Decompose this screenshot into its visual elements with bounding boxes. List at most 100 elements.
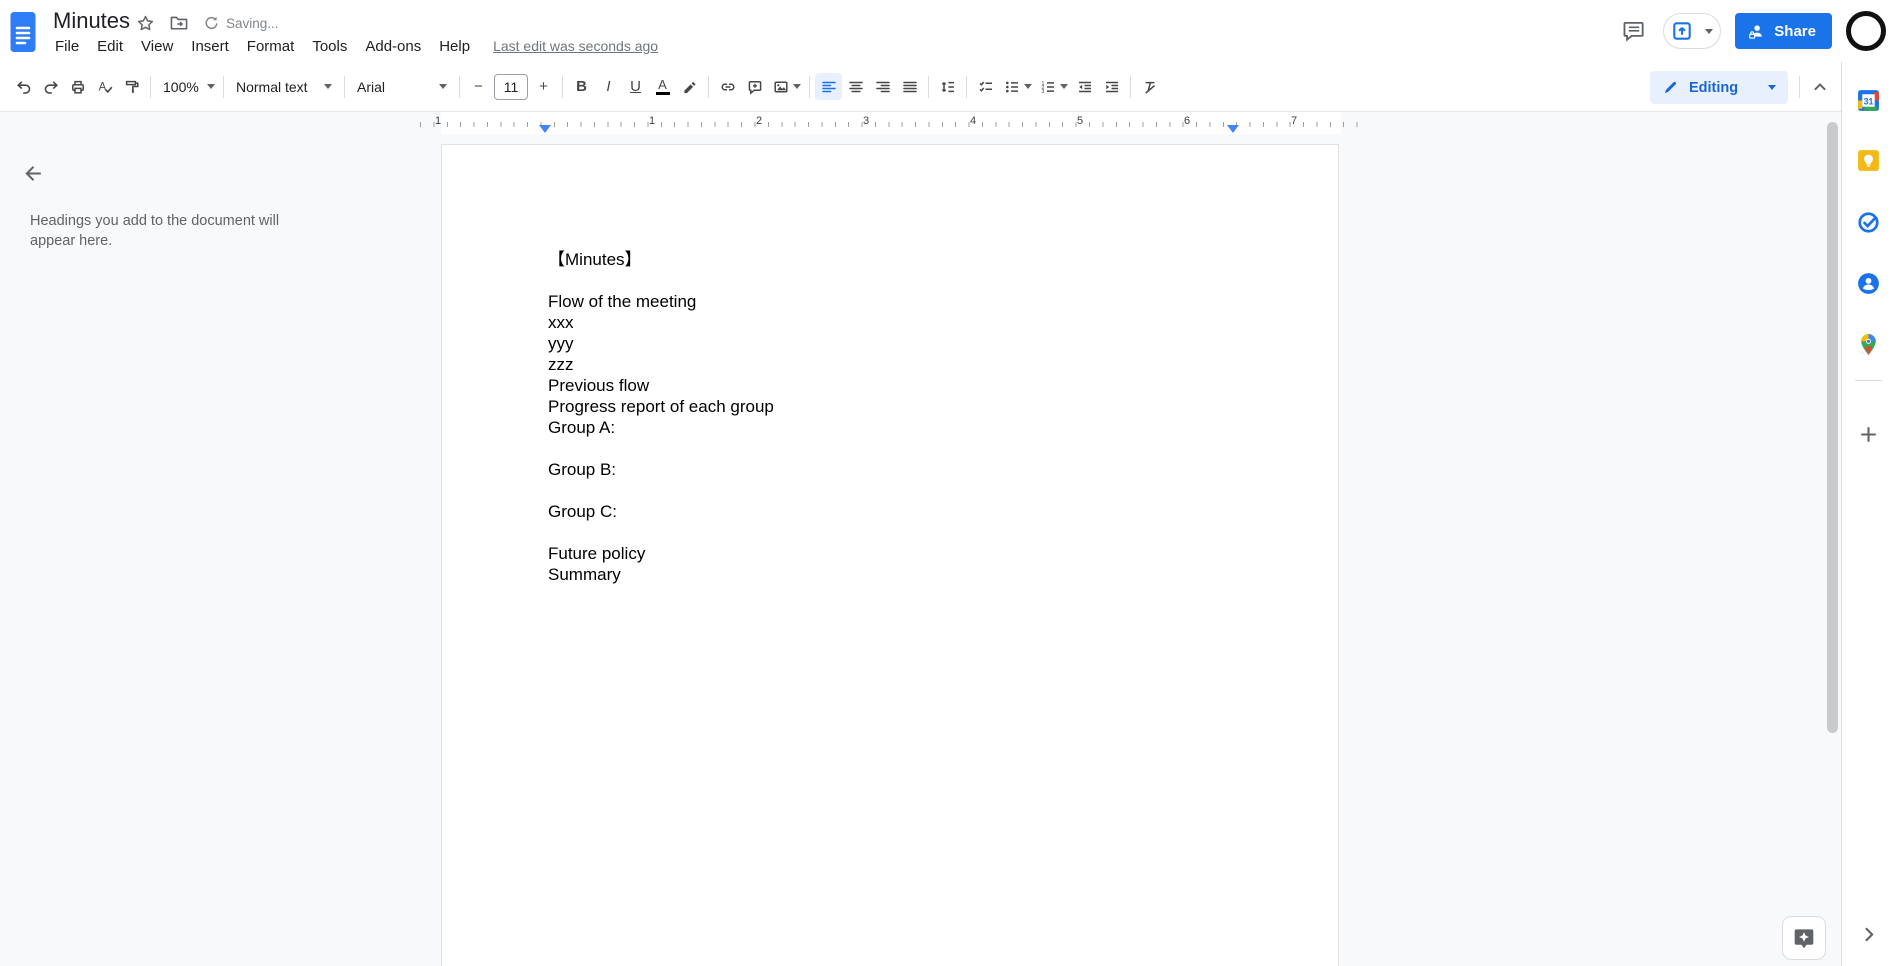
doc-line[interactable]: Flow of the meeting <box>548 291 1258 312</box>
paint-format-button[interactable] <box>118 73 145 100</box>
explore-button[interactable] <box>1782 916 1826 960</box>
doc-line[interactable]: Group C: <box>548 501 1258 522</box>
doc-line[interactable]: zzz <box>548 354 1258 375</box>
underline-button[interactable]: U <box>622 73 649 100</box>
hide-menus-button[interactable] <box>1806 73 1833 100</box>
menu-view[interactable]: View <box>132 35 182 58</box>
doc-line[interactable] <box>548 438 1258 459</box>
pencil-icon <box>1665 81 1677 93</box>
document-page[interactable]: 【Minutes】 Flow of the meeting xxx yyy zzz Pre… <box>441 144 1339 966</box>
show-side-panel-icon[interactable] <box>1856 922 1881 947</box>
tasks-icon[interactable] <box>1856 210 1881 235</box>
decrease-font-size-button[interactable]: − <box>465 73 492 100</box>
clear-formatting-button[interactable] <box>1136 73 1163 100</box>
toolbar-separator <box>1799 76 1800 98</box>
vertical-scrollbar-thumb[interactable] <box>1827 122 1838 733</box>
spellcheck-button[interactable]: A <box>91 73 118 100</box>
menu-file[interactable]: File <box>46 35 88 58</box>
outline-back-button[interactable] <box>16 156 50 190</box>
insert-image-button[interactable] <box>768 73 804 100</box>
toolbar-separator <box>344 75 345 98</box>
menu-edit[interactable]: Edit <box>88 35 132 58</box>
bulleted-list-button[interactable] <box>999 73 1035 100</box>
back-arrow-icon <box>24 165 41 181</box>
paragraph-style-select[interactable]: Normal text <box>229 73 339 100</box>
menu-bar: File Edit View Insert Format Tools Add-o… <box>46 33 658 59</box>
right-indent-marker[interactable] <box>1227 125 1239 133</box>
italic-button[interactable]: I <box>595 73 622 100</box>
doc-line[interactable]: Previous flow <box>548 375 1258 396</box>
doc-line[interactable]: Future policy <box>548 543 1258 564</box>
menu-addons[interactable]: Add-ons <box>356 35 430 58</box>
account-avatar[interactable] <box>1846 11 1886 51</box>
undo-button[interactable] <box>10 73 37 100</box>
doc-line[interactable]: Group A: <box>548 417 1258 438</box>
ruler-number: 7 <box>1290 115 1298 127</box>
insert-link-button[interactable] <box>714 73 741 100</box>
doc-line[interactable] <box>548 522 1258 543</box>
align-justify-button[interactable] <box>896 73 923 100</box>
line-spacing-button[interactable] <box>934 73 961 100</box>
increase-indent-button[interactable] <box>1098 73 1125 100</box>
print-button[interactable] <box>64 73 91 100</box>
calendar-icon[interactable]: 31 <box>1856 88 1881 113</box>
checklist-button[interactable] <box>972 73 999 100</box>
editing-mode-select[interactable]: Editing <box>1650 71 1788 104</box>
align-center-button[interactable] <box>842 73 869 100</box>
doc-line[interactable]: Summary <box>548 564 1258 585</box>
ruler-number: 2 <box>755 115 763 127</box>
keep-icon[interactable] <box>1856 148 1881 173</box>
last-edit-link[interactable]: Last edit was seconds ago <box>493 38 658 54</box>
document-text: 【Minutes】 Flow of the meeting xxx yyy zzz Pre… <box>442 145 1338 585</box>
contacts-icon[interactable] <box>1856 271 1881 296</box>
menu-help[interactable]: Help <box>430 35 479 58</box>
document-title[interactable]: Minutes <box>53 8 130 34</box>
toolbar: A 100% Normal text Arial − 11 + B I U A <box>0 62 1894 112</box>
doc-line[interactable]: 【Minutes】 <box>548 249 1258 270</box>
font-family-select[interactable]: Arial <box>350 73 454 100</box>
ruler-number: 1 <box>434 115 442 127</box>
numbered-list-button[interactable]: 123 <box>1035 73 1071 100</box>
styles-caret <box>324 84 332 89</box>
highlight-color-button[interactable] <box>676 73 703 100</box>
increase-font-size-button[interactable]: + <box>530 73 557 100</box>
svg-text:31: 31 <box>1864 96 1874 106</box>
font-caret <box>439 84 447 89</box>
doc-line[interactable] <box>548 270 1258 291</box>
menu-tools[interactable]: Tools <box>303 35 356 58</box>
doc-line[interactable]: xxx <box>548 312 1258 333</box>
menu-insert[interactable]: Insert <box>182 35 238 58</box>
ruler-ticks <box>420 122 1364 127</box>
explore-icon <box>1794 929 1814 949</box>
share-person-icon <box>1749 24 1763 39</box>
decrease-indent-button[interactable] <box>1071 73 1098 100</box>
redo-button[interactable] <box>37 73 64 100</box>
share-button[interactable]: Share <box>1735 13 1832 49</box>
align-left-button[interactable] <box>815 73 842 100</box>
maps-icon[interactable] <box>1856 332 1881 357</box>
insert-comment-button[interactable] <box>741 73 768 100</box>
doc-line[interactable]: Group B: <box>548 459 1258 480</box>
present-button[interactable] <box>1663 13 1722 49</box>
toolbar-separator <box>708 75 709 98</box>
doc-line[interactable]: yyy <box>548 333 1258 354</box>
get-addons-icon[interactable] <box>1856 422 1881 447</box>
align-right-button[interactable] <box>869 73 896 100</box>
svg-text:A: A <box>98 81 106 93</box>
left-indent-marker[interactable] <box>539 125 551 133</box>
zoom-select[interactable]: 100% <box>156 73 218 100</box>
doc-line[interactable]: Progress report of each group <box>548 396 1258 417</box>
text-color-button[interactable]: A <box>649 73 676 100</box>
docs-logo-icon[interactable] <box>10 11 36 53</box>
font-size-input[interactable]: 11 <box>494 73 528 100</box>
ruler-number: 5 <box>1076 115 1084 127</box>
comment-history-icon[interactable] <box>1619 16 1649 46</box>
doc-line[interactable] <box>548 480 1258 501</box>
font-family-value: Arial <box>357 78 386 95</box>
toolbar-separator <box>459 75 460 98</box>
toolbar-separator <box>928 75 929 98</box>
menu-format[interactable]: Format <box>238 35 304 58</box>
svg-text:3: 3 <box>1041 89 1044 95</box>
bold-button[interactable]: B <box>568 73 595 100</box>
ruler: 1 1 2 3 4 5 6 7 <box>0 112 1841 134</box>
